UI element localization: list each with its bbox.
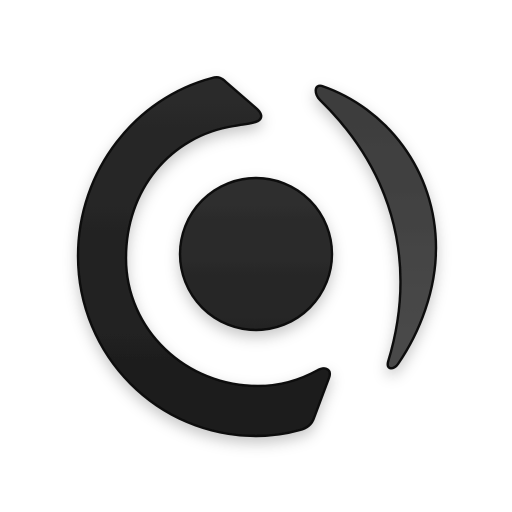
logo-svg [76, 76, 438, 438]
app-logo [0, 0, 512, 512]
right-crescent [314, 84, 438, 370]
center-dot [178, 176, 334, 332]
